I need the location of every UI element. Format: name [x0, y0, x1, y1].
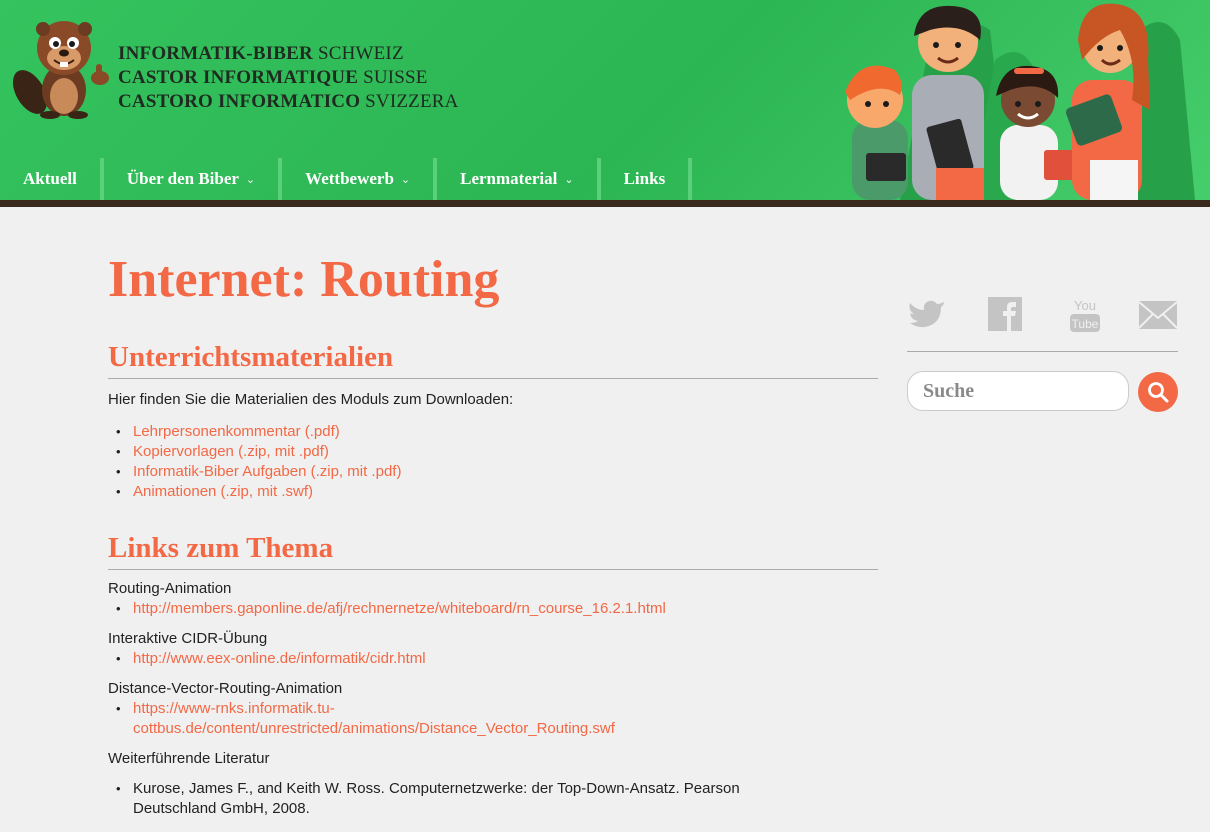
youtube-text-top: You [1074, 298, 1096, 313]
beaver-logo-icon[interactable] [8, 12, 116, 120]
twitter-icon[interactable] [907, 294, 947, 334]
nav-item-aktuell[interactable]: Aktuell [0, 158, 104, 200]
literature-group: Weiterführende Literatur Kurose, James F… [108, 749, 878, 819]
nav-item-wettbewerb[interactable]: Wettbewerb ⌄ [282, 158, 438, 200]
list-item: http://www.eex-online.de/informatik/cidr… [108, 649, 878, 669]
materials-section: Unterrichtsmaterialien Hier finden Sie d… [108, 340, 878, 502]
youtube-icon[interactable]: You Tube [1065, 294, 1105, 334]
list-item: Lehrpersonenkommentar (.pdf) [108, 422, 878, 442]
link-line: cottbus.de/content/unrestricted/animatio… [133, 720, 615, 737]
topic-links-section: Links zum Thema Routing-Animation http:/… [108, 531, 878, 819]
social-icons-bar: You Tube [907, 292, 1178, 352]
external-link-distance-vector[interactable]: https://www-rnks.informatik.tu-cottbus.d… [133, 700, 615, 737]
brand-line-it: CASTORO INFORMATICO SVIZZERA [118, 91, 459, 112]
topic-links-heading: Links zum Thema [108, 531, 878, 570]
list-item: Informatik-Biber Aufgaben (.zip, mit .pd… [108, 462, 878, 482]
external-link-cidr[interactable]: http://www.eex-online.de/informatik/cidr… [133, 650, 426, 667]
brand-line-fr: CASTOR INFORMATIQUE SUISSE [118, 67, 428, 88]
nav-item-ueber-den-biber[interactable]: Über den Biber ⌄ [104, 158, 283, 200]
youtube-text-bottom: Tube [1072, 317, 1099, 331]
header-divider [0, 200, 1210, 207]
main-nav: Aktuell Über den Biber ⌄ Wettbewerb ⌄ Lern… [0, 158, 693, 200]
materials-intro: Hier finden Sie die Materialien des Modu… [108, 391, 514, 408]
download-link-animationen[interactable]: Animationen (.zip, mit .swf) [133, 483, 313, 500]
link-group-distance-vector: Distance-Vector-Routing-Animation https:… [108, 679, 878, 739]
nav-item-lernmaterial[interactable]: Lernmaterial ⌄ [437, 158, 601, 200]
site-brand[interactable]: INFORMATIK-BIBER SCHWEIZ CASTOR INFORMAT… [118, 42, 459, 114]
link-group-cidr: Interaktive CIDR-Übung http://www.eex-on… [108, 629, 878, 669]
link-group-routing-animation: Routing-Animation http://members.gaponli… [108, 579, 878, 619]
page-title: Internet: Routing [108, 251, 500, 308]
materials-heading: Unterrichtsmaterialien [108, 340, 878, 379]
search-button[interactable] [1138, 372, 1178, 412]
literature-line: Kurose, James F., and Keith W. Ross. Com… [133, 780, 740, 797]
list-item: Kurose, James F., and Keith W. Ross. Com… [108, 779, 878, 819]
download-link-biber-aufgaben[interactable]: Informatik-Biber Aufgaben (.zip, mit .pd… [133, 463, 401, 480]
list-item: Animationen (.zip, mit .swf) [108, 482, 878, 502]
mail-icon[interactable] [1138, 294, 1178, 334]
group-title: Weiterführende Literatur [108, 750, 270, 767]
group-title: Distance-Vector-Routing-Animation [108, 680, 343, 697]
link-line: https://www-rnks.informatik.tu- [133, 700, 335, 717]
external-link-routing-animation[interactable]: http://members.gaponline.de/afj/rechnern… [133, 600, 666, 617]
download-link-kopiervorlagen[interactable]: Kopiervorlagen (.zip, mit .pdf) [133, 443, 329, 460]
group-title: Routing-Animation [108, 580, 232, 597]
literature-line: Deutschland GmbH, 2008. [133, 800, 310, 817]
brand-line-de: INFORMATIK-BIBER SCHWEIZ [118, 43, 404, 64]
facebook-icon[interactable] [985, 294, 1025, 334]
kids-illustration [845, 3, 1195, 200]
chevron-down-icon: ⌄ [245, 173, 256, 186]
group-title: Interaktive CIDR-Übung [108, 630, 268, 647]
list-item: http://members.gaponline.de/afj/rechnern… [108, 599, 878, 619]
nav-item-links[interactable]: Links [601, 158, 693, 200]
chevron-down-icon: ⌄ [564, 173, 574, 186]
site-header: INFORMATIK-BIBER SCHWEIZ CASTOR INFORMAT… [0, 0, 1210, 200]
list-item: Kopiervorlagen (.zip, mit .pdf) [108, 442, 878, 462]
search-icon [1148, 382, 1169, 403]
search-input[interactable] [907, 371, 1129, 411]
materials-list: Lehrpersonenkommentar (.pdf) Kopiervorla… [108, 422, 878, 502]
list-item: https://www-rnks.informatik.tu-cottbus.d… [108, 699, 878, 739]
download-link-lehrpersonenkommentar[interactable]: Lehrpersonenkommentar (.pdf) [133, 423, 340, 440]
chevron-down-icon: ⌄ [400, 173, 411, 186]
